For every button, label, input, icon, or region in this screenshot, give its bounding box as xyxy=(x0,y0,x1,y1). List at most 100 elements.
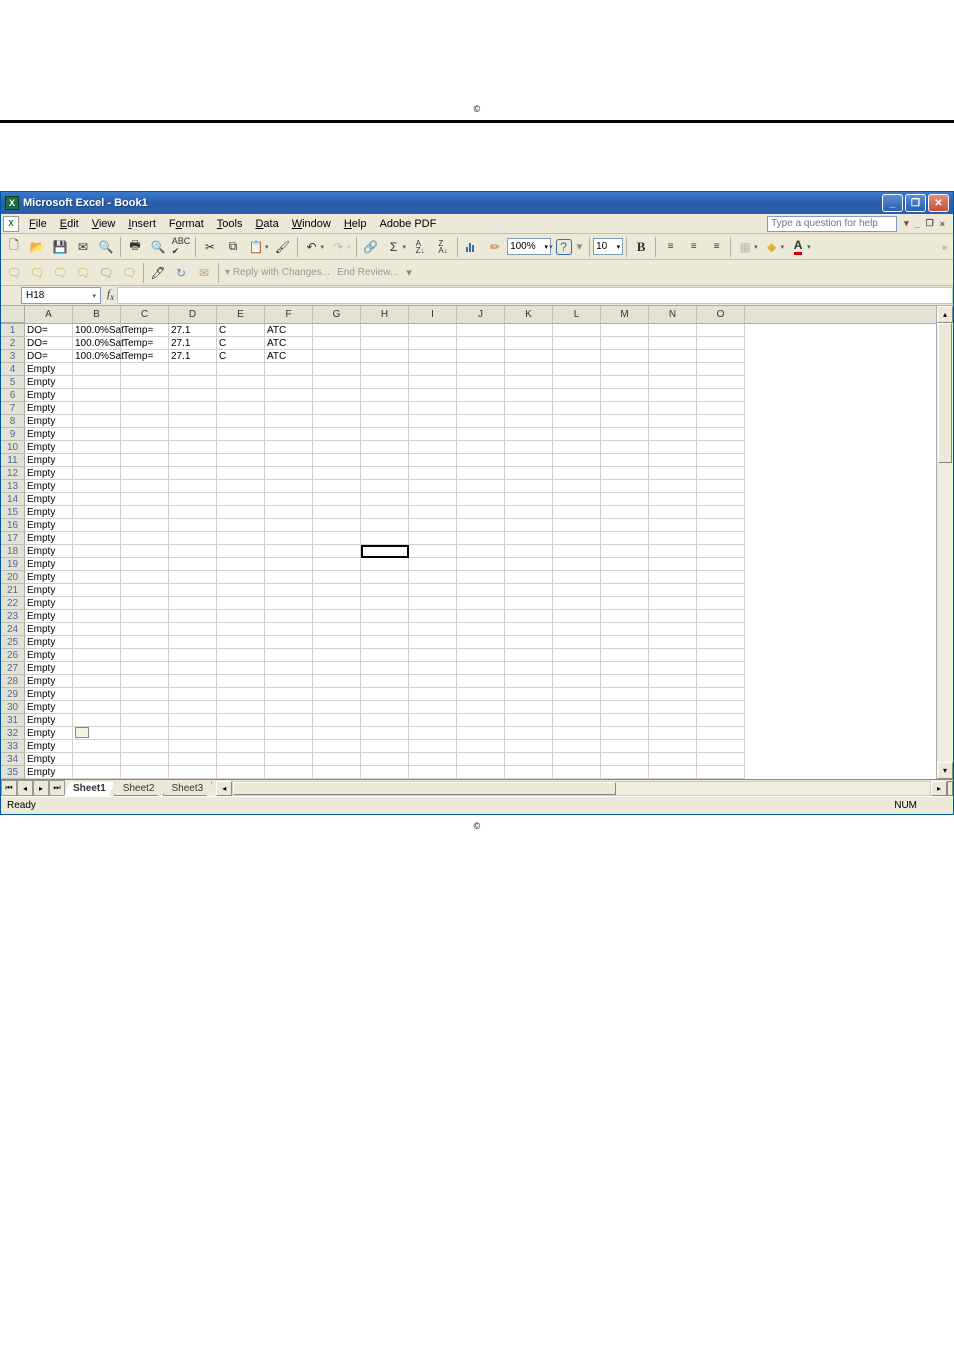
cell[interactable] xyxy=(361,714,409,727)
cell[interactable] xyxy=(697,337,745,350)
cell[interactable] xyxy=(265,415,313,428)
cell[interactable] xyxy=(505,428,553,441)
cell[interactable] xyxy=(697,675,745,688)
cell[interactable] xyxy=(313,675,361,688)
cell[interactable] xyxy=(553,480,601,493)
cell[interactable] xyxy=(505,415,553,428)
menu-tools[interactable]: Tools xyxy=(211,216,249,232)
cell[interactable] xyxy=(313,766,361,779)
cell[interactable] xyxy=(409,389,457,402)
sheet-tab[interactable]: Sheet3 xyxy=(163,782,213,796)
cell[interactable] xyxy=(649,701,697,714)
cell[interactable] xyxy=(313,415,361,428)
cell[interactable] xyxy=(169,766,217,779)
cell[interactable] xyxy=(553,675,601,688)
show-all-comments-icon[interactable]: 🗨 xyxy=(95,262,117,284)
cell[interactable] xyxy=(697,753,745,766)
cell[interactable] xyxy=(553,454,601,467)
row-header[interactable]: 13 xyxy=(1,480,25,493)
cell[interactable] xyxy=(409,610,457,623)
borders-dropdown-icon[interactable]: ▾ xyxy=(754,243,760,251)
workbook-icon[interactable]: X xyxy=(3,216,19,232)
cell[interactable] xyxy=(121,519,169,532)
cell[interactable] xyxy=(409,597,457,610)
cell[interactable] xyxy=(313,532,361,545)
cell[interactable] xyxy=(457,623,505,636)
cell[interactable] xyxy=(217,714,265,727)
cell[interactable] xyxy=(361,363,409,376)
cell[interactable] xyxy=(313,636,361,649)
cell[interactable] xyxy=(553,766,601,779)
cell[interactable] xyxy=(73,415,121,428)
row-header[interactable]: 10 xyxy=(1,441,25,454)
show-comment-icon[interactable]: 🗨 xyxy=(72,262,94,284)
cell[interactable] xyxy=(505,740,553,753)
cell[interactable] xyxy=(121,584,169,597)
paste-dropdown-icon[interactable]: ▾ xyxy=(265,243,271,251)
send-mail-icon[interactable]: ✉ xyxy=(193,262,215,284)
cell[interactable] xyxy=(169,753,217,766)
cell[interactable] xyxy=(505,597,553,610)
cell[interactable] xyxy=(169,740,217,753)
column-header[interactable]: B xyxy=(73,306,121,323)
cell[interactable] xyxy=(361,623,409,636)
cell[interactable] xyxy=(169,610,217,623)
cell[interactable] xyxy=(313,389,361,402)
cell[interactable] xyxy=(697,597,745,610)
cell[interactable] xyxy=(649,636,697,649)
update-file-icon[interactable]: ↻ xyxy=(170,262,192,284)
cell[interactable] xyxy=(553,337,601,350)
cell[interactable] xyxy=(649,558,697,571)
cell[interactable] xyxy=(121,675,169,688)
cell[interactable] xyxy=(409,662,457,675)
close-button[interactable]: ✕ xyxy=(928,194,949,212)
row-header[interactable]: 18 xyxy=(1,545,25,558)
cell[interactable] xyxy=(697,714,745,727)
cell[interactable] xyxy=(553,610,601,623)
cell[interactable] xyxy=(649,402,697,415)
cell[interactable] xyxy=(73,441,121,454)
cell[interactable] xyxy=(649,649,697,662)
row-header[interactable]: 19 xyxy=(1,558,25,571)
cell[interactable]: Empty xyxy=(25,662,73,675)
cell[interactable]: Temp= xyxy=(121,337,169,350)
cell[interactable] xyxy=(73,428,121,441)
cell[interactable] xyxy=(265,753,313,766)
cell[interactable] xyxy=(697,376,745,389)
cell[interactable] xyxy=(457,519,505,532)
cell[interactable] xyxy=(649,675,697,688)
cell[interactable] xyxy=(217,649,265,662)
cell[interactable] xyxy=(649,766,697,779)
cell[interactable]: Empty xyxy=(25,558,73,571)
cell[interactable]: Empty xyxy=(25,584,73,597)
cell[interactable]: DO= xyxy=(25,337,73,350)
cell[interactable] xyxy=(457,688,505,701)
search-icon[interactable]: 🔍 xyxy=(95,236,117,258)
tab-next-icon[interactable]: ▸ xyxy=(33,780,49,796)
cell[interactable] xyxy=(505,571,553,584)
cell[interactable] xyxy=(121,714,169,727)
cell[interactable] xyxy=(601,558,649,571)
cell[interactable] xyxy=(697,558,745,571)
cell[interactable] xyxy=(601,740,649,753)
cell[interactable] xyxy=(457,649,505,662)
cell[interactable] xyxy=(457,532,505,545)
row-header[interactable]: 32 xyxy=(1,727,25,740)
delete-comment-icon[interactable]: 🗨 xyxy=(118,262,140,284)
cell[interactable] xyxy=(553,727,601,740)
cell[interactable] xyxy=(457,610,505,623)
cell[interactable] xyxy=(217,623,265,636)
cell[interactable] xyxy=(73,532,121,545)
cell[interactable] xyxy=(457,571,505,584)
cell[interactable] xyxy=(601,532,649,545)
row-header[interactable]: 6 xyxy=(1,389,25,402)
cell[interactable] xyxy=(505,636,553,649)
cell[interactable]: Empty xyxy=(25,675,73,688)
cell[interactable] xyxy=(121,467,169,480)
cell[interactable] xyxy=(457,324,505,337)
cell[interactable] xyxy=(697,454,745,467)
font-color-icon[interactable]: A xyxy=(787,236,809,258)
cell[interactable] xyxy=(121,662,169,675)
cell[interactable] xyxy=(265,740,313,753)
cell[interactable] xyxy=(169,701,217,714)
